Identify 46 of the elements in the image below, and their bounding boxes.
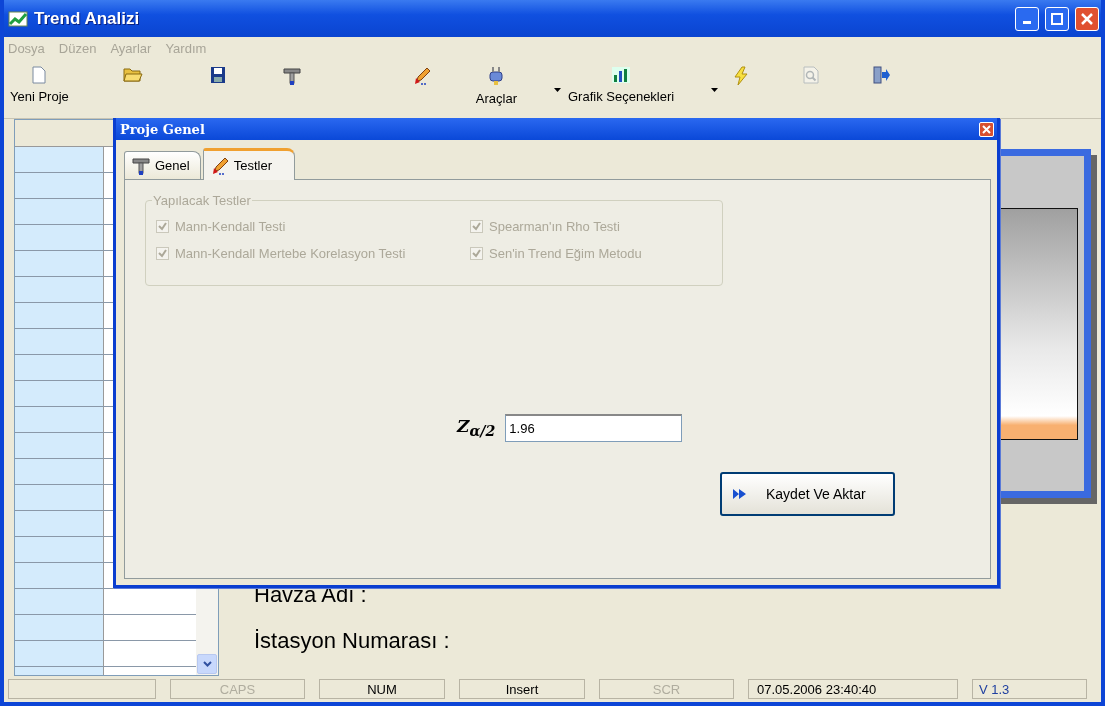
status-pane: SCR (599, 679, 734, 699)
close-icon (1081, 12, 1093, 25)
checkbox-label: Mann-Kendall Mertebe Korelasyon Testi (175, 246, 406, 261)
status-pane: Insert (459, 679, 585, 699)
checkbox-label: Spearman'ın Rho Testi (489, 219, 620, 234)
hammer-icon (131, 155, 151, 176)
minimize-button[interactable] (1015, 6, 1039, 31)
toolbar-button[interactable]: Araçlar (471, 60, 521, 106)
caret-icon[interactable] (554, 88, 561, 92)
status-pane: 07.05.2006 23:40:40 (748, 679, 958, 699)
status-pane: CAPS (170, 679, 305, 699)
maximize-icon (1051, 12, 1063, 25)
page-icon (32, 66, 47, 84)
maximize-button[interactable] (1045, 6, 1069, 31)
dialog-title: Proje Genel (120, 121, 206, 137)
scroll-down-button[interactable] (197, 654, 217, 674)
z-label: Z$_{α/2}$ (457, 416, 496, 440)
door-icon (872, 66, 891, 84)
preview-icon (803, 66, 820, 84)
toolbar-button[interactable]: Yeni Proje (6, 60, 73, 104)
group-title: Yapılacak Testler (152, 193, 252, 208)
lightning-icon (733, 66, 750, 86)
arrow-icon (732, 487, 748, 501)
dropdown-button[interactable] (551, 88, 564, 92)
checkbox-label: Sen'in Trend Eğim Metodu (489, 246, 642, 261)
save-button[interactable]: Kaydet Ve Aktar (720, 472, 895, 516)
minimize-icon (1023, 21, 1031, 24)
tab[interactable]: Testler (202, 148, 295, 180)
chart-icon (8, 9, 28, 28)
hammer-icon (281, 66, 302, 86)
close-icon (982, 124, 991, 134)
bar-chart-icon (611, 66, 632, 84)
window-title: Trend Analizi (34, 8, 141, 29)
close-button[interactable] (1075, 6, 1099, 31)
status-pane: V 1.3 (972, 679, 1087, 699)
input-field[interactable]: 1.96 (505, 414, 683, 442)
folder-icon (122, 66, 143, 82)
tab[interactable]: Genel (124, 151, 201, 179)
checkbox-label: Mann-Kendall Testi (175, 219, 286, 234)
toolbar-button[interactable]: Grafik Seçenekleri (564, 60, 679, 104)
chevron-down-icon (202, 661, 212, 667)
field-label: İstasyon Numarası : (254, 627, 451, 655)
caret-icon[interactable] (711, 88, 719, 92)
close-button[interactable] (979, 121, 994, 137)
status-pane: NUM (319, 679, 445, 699)
floppy-icon (209, 66, 226, 84)
